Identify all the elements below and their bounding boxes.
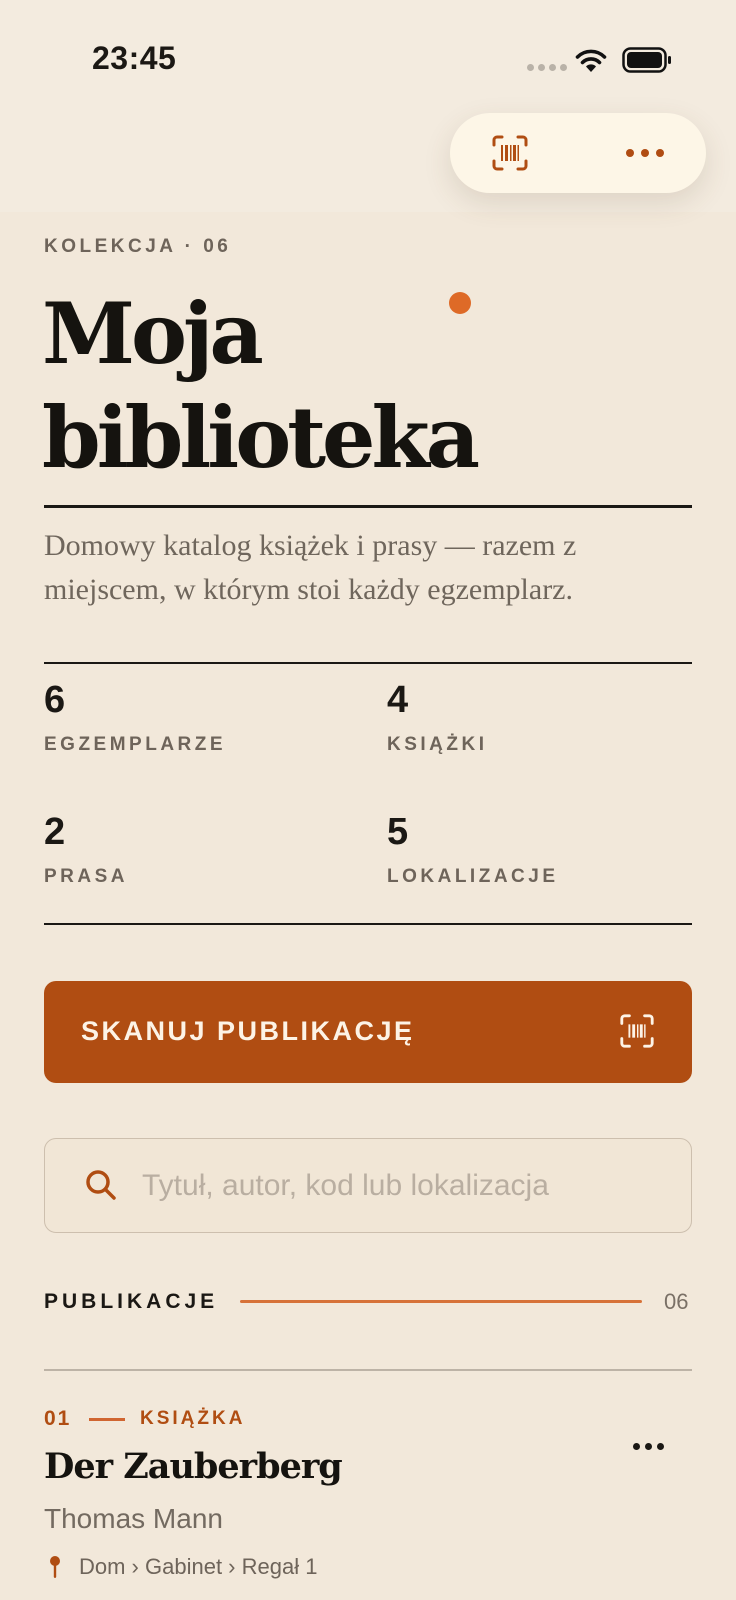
item-number: 01 [44,1407,72,1430]
item-type: KSIĄŻKA [140,1408,246,1429]
page-title: Moja biblioteka [42,284,480,487]
status-time: 23:45 [92,40,177,76]
collection-kicker: KOLEKCJA · 06 [44,236,232,257]
search-input[interactable] [140,1159,674,1213]
stat-label: KSIĄŻKI [387,734,488,755]
section-line [240,1300,642,1303]
stat-label: LOKALIZACJE [387,866,559,887]
cellular-signal-icon [527,64,567,71]
toolbar-pill [450,113,706,193]
wifi-icon [575,49,607,72]
item-title: Der Zauberberg [44,1446,343,1487]
more-horizontal-icon [632,1442,640,1450]
section-title: PUBLIKACJE [44,1290,219,1313]
stat-value: 4 [387,679,409,721]
stat-label: EGZEMPLARZE [44,734,227,755]
barcode-scan-icon [620,1014,654,1048]
divider [44,923,692,925]
scan-button-label: SKANUJ PUBLIKACJĘ [81,1016,415,1046]
stat-press: 2 PRASA [44,810,128,888]
status-bar: 23:45 [0,0,736,110]
battery-icon [622,47,671,73]
divider [44,505,692,508]
stat-value: 2 [44,811,66,853]
search-icon [86,1170,116,1200]
stat-copies: 6 EGZEMPLARZE [44,678,226,756]
item-location: Dom › Gabinet › Regał 1 [79,1554,318,1579]
item-more-button[interactable] [628,1436,668,1456]
stat-value: 6 [44,679,66,721]
stat-value: 5 [387,811,409,853]
barcode-scan-icon[interactable] [490,133,530,173]
item-author: Thomas Mann [44,1503,223,1534]
location-pin-icon [50,1556,60,1578]
divider [44,662,692,664]
scan-publication-button[interactable]: SKANUJ PUBLIKACJĘ [44,981,692,1083]
page-subtitle: Domowy katalog książek i prasy — razem z… [44,529,577,606]
divider [44,1369,692,1371]
more-horizontal-icon [626,149,634,157]
stat-books: 4 KSIĄŻKI [387,678,488,756]
more-options-button[interactable] [620,141,670,165]
stat-locations: 5 LOKALIZACJE [387,810,559,888]
item-dash [89,1418,125,1421]
search-box [44,1138,692,1233]
stat-label: PRASA [44,866,129,887]
section-count: 06 [664,1289,689,1314]
